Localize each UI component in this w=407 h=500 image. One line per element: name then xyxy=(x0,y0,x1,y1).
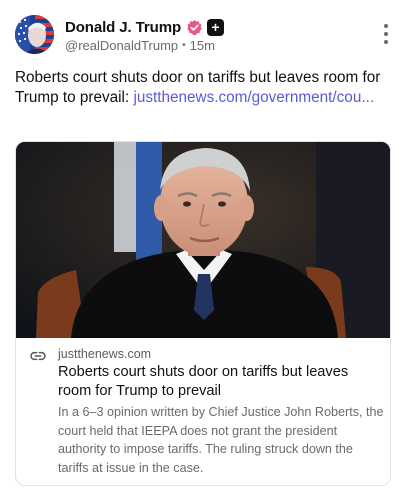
post-text: Roberts court shuts door on tariffs but … xyxy=(15,68,385,108)
timestamp[interactable]: 15m xyxy=(190,38,215,53)
display-name[interactable]: Donald J. Trump xyxy=(65,19,181,36)
handle-row: @realDonaldTrump • 15m xyxy=(65,38,215,53)
card-image[interactable] xyxy=(16,142,390,338)
post-header: Donald J. Trump + @realDonaldTrump • 15m xyxy=(15,14,392,56)
card-meta: justthenews.com Roberts court shuts door… xyxy=(16,338,390,485)
card-domain[interactable]: justthenews.com xyxy=(58,347,151,361)
separator-dot: • xyxy=(182,40,186,51)
post: Donald J. Trump + @realDonaldTrump • 15m… xyxy=(0,0,407,500)
american-flag-portrait-icon xyxy=(15,15,54,54)
handle[interactable]: @realDonaldTrump xyxy=(65,38,178,53)
plus-badge: + xyxy=(207,18,225,36)
card-description: In a 6–3 opinion written by Chief Justic… xyxy=(58,405,384,475)
portrait-image xyxy=(16,142,390,338)
more-vertical-icon xyxy=(384,24,388,28)
link-preview-card[interactable]: justthenews.com Roberts court shuts door… xyxy=(15,141,391,486)
post-link[interactable]: justthenews.com/government/cou... xyxy=(133,89,374,106)
link-icon xyxy=(30,351,46,361)
name-row: Donald J. Trump + xyxy=(65,17,225,37)
card-title[interactable]: Roberts court shuts door on tariffs but … xyxy=(58,363,383,401)
avatar[interactable] xyxy=(15,15,54,54)
verified-badge-icon xyxy=(187,19,202,35)
more-options-button[interactable] xyxy=(380,24,392,44)
